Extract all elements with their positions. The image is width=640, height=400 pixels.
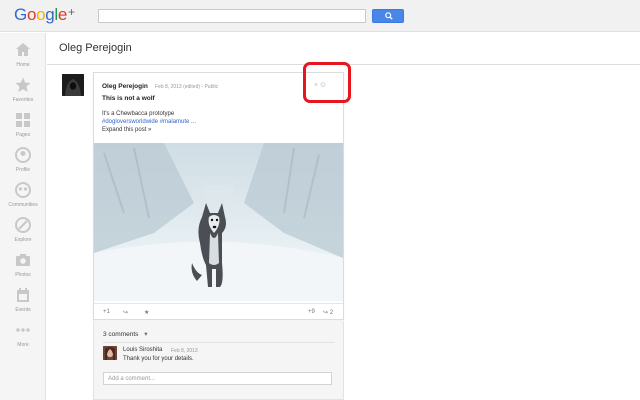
search-icon bbox=[385, 12, 393, 20]
expand-post-link[interactable]: Expand this post » bbox=[102, 127, 151, 133]
post-title: This is not a wolf bbox=[102, 95, 155, 102]
sidebar-item-communities[interactable]: Communities bbox=[0, 181, 46, 217]
sidebar-item-label: Photos bbox=[15, 272, 31, 278]
sidebar-item-events[interactable]: Events bbox=[0, 286, 46, 322]
home-icon bbox=[16, 43, 30, 56]
comment-timestamp[interactable]: Feb 8, 2013 bbox=[171, 348, 198, 354]
post-hashtags[interactable]: #dogloversworldwide #malamute ... bbox=[102, 119, 196, 125]
search-button[interactable] bbox=[372, 9, 404, 23]
sidebar-item-more[interactable]: More bbox=[0, 321, 46, 357]
sidebar-item-explore[interactable]: Explore bbox=[0, 216, 46, 252]
top-bar: Google+ bbox=[0, 0, 640, 32]
sidebar-item-label: Favorites bbox=[12, 97, 34, 103]
sidebar-item-label: Communities bbox=[8, 202, 38, 208]
post-footer: +1 ↪ ★ +9 ↪ 2 bbox=[94, 303, 343, 320]
comments-section: 3 comments ▾ Louis Siroshita Feb 8, 2013… bbox=[93, 321, 344, 400]
divider bbox=[103, 342, 335, 343]
sidebar-item-label: Profile bbox=[15, 167, 31, 173]
highlight-annotation bbox=[303, 62, 351, 103]
comments-count[interactable]: 3 comments ▾ bbox=[103, 330, 147, 338]
page-title: Oleg Perejogin bbox=[59, 42, 132, 54]
plus-count[interactable]: +9 bbox=[308, 309, 315, 315]
comment-text: Thank you for your details. bbox=[123, 356, 194, 362]
author-avatar[interactable] bbox=[62, 74, 84, 96]
page-header: Oleg Perejogin bbox=[47, 33, 640, 65]
calendar-icon bbox=[17, 288, 29, 302]
post-meta[interactable]: Feb 8, 2013 (edited) - Public bbox=[155, 84, 218, 90]
chevron-down-icon: ▾ bbox=[144, 331, 148, 338]
camera-icon bbox=[16, 254, 30, 266]
commenter-photo bbox=[103, 346, 117, 360]
google-plus-logo[interactable]: Google+ bbox=[14, 5, 75, 25]
hooded-figure-image bbox=[62, 74, 84, 96]
sidebar-item-label: Events bbox=[15, 307, 31, 313]
communities-icon bbox=[15, 182, 31, 198]
sidebar-item-photos[interactable]: Photos bbox=[0, 251, 46, 287]
star-button[interactable]: ★ bbox=[144, 309, 149, 316]
pages-icon bbox=[16, 113, 30, 127]
share-button[interactable]: ↪ bbox=[123, 309, 128, 316]
profile-icon bbox=[15, 147, 31, 163]
add-comment-input[interactable]: Add a comment... bbox=[103, 372, 332, 385]
sidebar-item-label: Explore bbox=[14, 237, 32, 243]
sidebar-item-label: Home bbox=[16, 62, 30, 68]
share-count[interactable]: ↪ 2 bbox=[323, 309, 333, 316]
comments-count-label: 3 comments bbox=[103, 331, 139, 338]
post-text: It's a Chewbacca prototype bbox=[102, 111, 175, 117]
explore-icon bbox=[15, 217, 31, 233]
sidebar-item-favorites[interactable]: Favorites bbox=[0, 76, 46, 112]
sidebar-item-home[interactable]: Home bbox=[0, 41, 46, 77]
post-author[interactable]: Oleg Perejogin bbox=[102, 83, 148, 90]
star-icon bbox=[15, 77, 31, 92]
sidebar-item-label: Pages bbox=[15, 132, 31, 138]
sidebar-item-pages[interactable]: Pages bbox=[0, 111, 46, 147]
sidebar-item-label: More bbox=[17, 342, 29, 348]
post-card: Oleg Perejogin Feb 8, 2013 (edited) - Pu… bbox=[93, 72, 344, 320]
post-image[interactable] bbox=[94, 143, 343, 301]
comment-author[interactable]: Louis Siroshita bbox=[123, 347, 162, 353]
husky-snow-image bbox=[94, 143, 343, 301]
search-input[interactable] bbox=[98, 9, 366, 23]
plus-one-button[interactable]: +1 bbox=[103, 309, 110, 315]
sidebar: Home Favorites Pages Profile Communities… bbox=[0, 33, 46, 400]
sidebar-item-profile[interactable]: Profile bbox=[0, 146, 46, 182]
more-icon bbox=[16, 328, 30, 332]
commenter-avatar[interactable] bbox=[103, 346, 117, 360]
